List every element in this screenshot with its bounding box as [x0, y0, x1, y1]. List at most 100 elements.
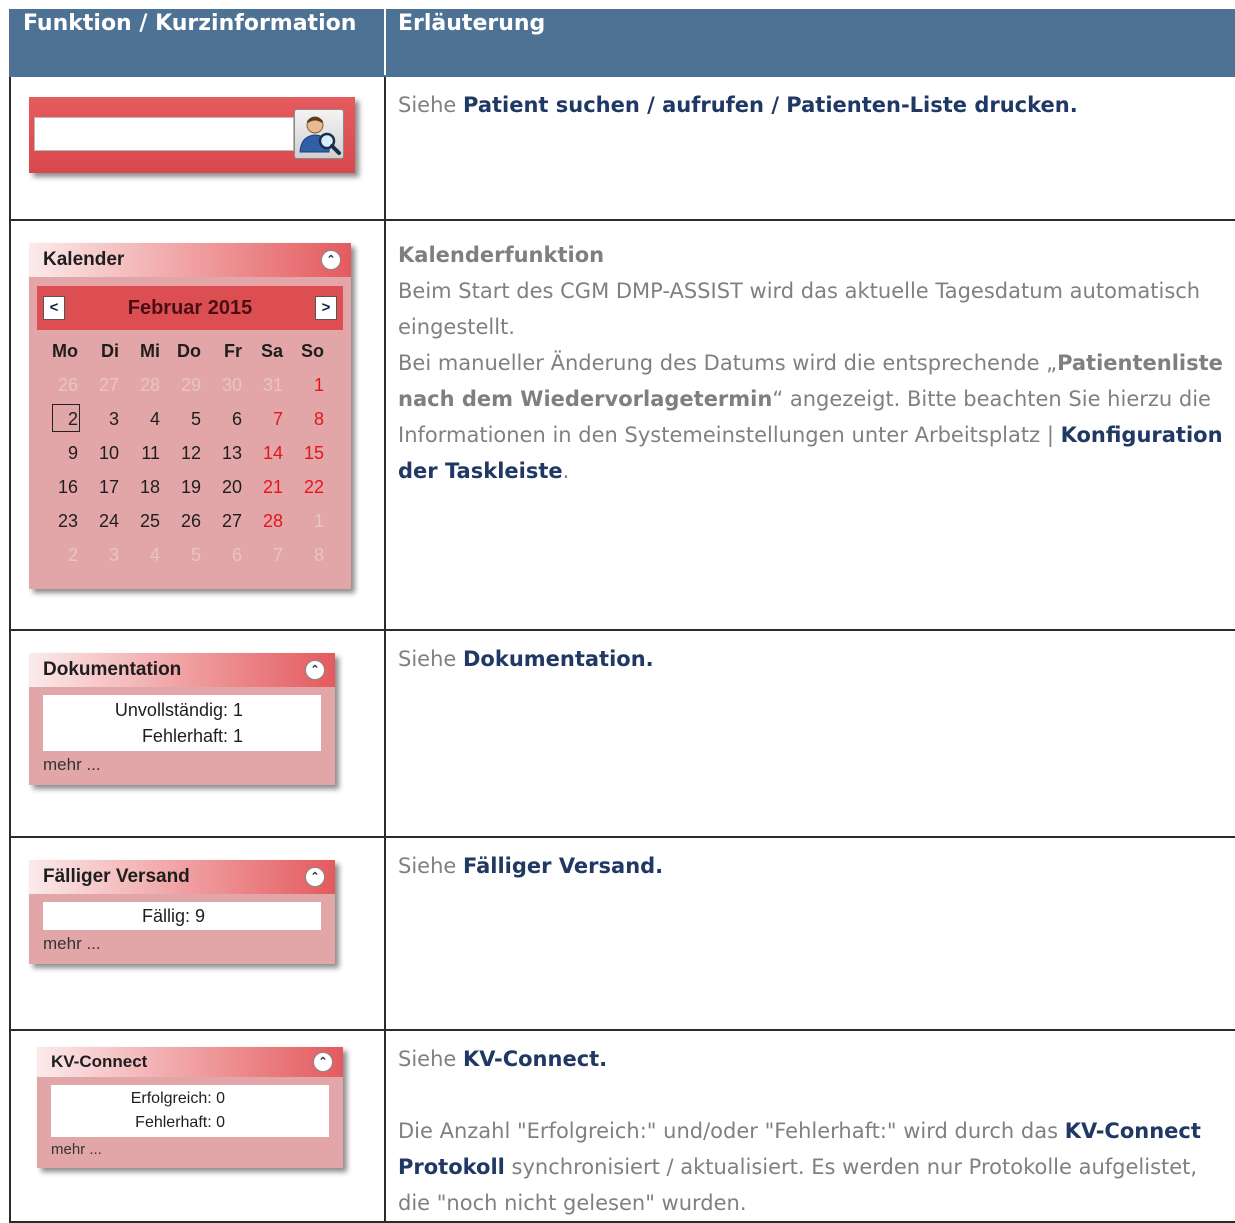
calendar-title: Kalender [43, 249, 125, 270]
calendar-day[interactable]: 3 [78, 409, 119, 430]
calendar-day[interactable]: 28 [119, 375, 160, 396]
weekday-label: Do [177, 340, 201, 361]
calendar-day[interactable]: 27 [78, 375, 119, 396]
explanation-due-shipment: Siehe Fälliger Versand. [398, 854, 664, 878]
calendar-day[interactable]: 7 [242, 545, 283, 566]
calendar-day[interactable]: 6 [201, 409, 242, 430]
collapse-icon[interactable]: ⌃ [305, 867, 325, 887]
calendar-day[interactable]: 29 [160, 375, 201, 396]
calendar-day[interactable]: 22 [283, 477, 324, 498]
function-table: Funktion / Kurzinformation Erläuterung S… [9, 9, 1235, 1223]
calendar-month-label: Februar 2015 [127, 297, 253, 319]
see-label: Siehe [398, 93, 463, 117]
calendar-day[interactable]: 27 [201, 511, 242, 532]
calendar-day[interactable]: 11 [119, 443, 160, 464]
due-count[interactable]: Fällig: 9 [43, 904, 205, 928]
cell-explanation: Siehe Dokumentation. [384, 629, 1235, 838]
weekday-label: Mo [52, 340, 78, 361]
collapse-icon[interactable]: ⌃ [305, 660, 325, 680]
table-row: KV-Connect ⌃ Erfolgreich: 0 Fehlerhaft: … [9, 1029, 1235, 1223]
table-row: Fälliger Versand ⌃ Fällig: 9 mehr ... Si… [9, 836, 1235, 1031]
calendar-day[interactable]: 1 [283, 375, 324, 396]
calendar-day[interactable]: 21 [242, 477, 283, 498]
calendar-day[interactable]: 12 [160, 443, 201, 464]
calendar-day[interactable]: 17 [78, 477, 119, 498]
due-shipment-title: Fälliger Versand [43, 866, 190, 887]
calendar-day[interactable]: 10 [78, 443, 119, 464]
cell-function: Fälliger Versand ⌃ Fällig: 9 mehr ... [9, 836, 386, 1031]
explanation-kv-connect: Siehe KV-Connect. Die Anzahl "Erfolgreic… [386, 1031, 1235, 1221]
calendar-day[interactable]: 15 [283, 443, 324, 464]
patient-search-input[interactable] [34, 117, 294, 151]
calendar-day[interactable]: 26 [37, 375, 78, 396]
calendar-day[interactable]: 14 [242, 443, 283, 464]
calendar-day[interactable]: 7 [242, 409, 283, 430]
calendar-day[interactable]: 9 [37, 443, 78, 464]
link-patient-search[interactable]: Patient suchen / aufrufen / Patienten-Li… [463, 93, 1078, 117]
calendar-day[interactable]: 16 [37, 477, 78, 498]
weekday-label: Sa [260, 340, 283, 361]
calendar-day[interactable]: 2 [37, 545, 78, 566]
calendar-desc-line2: Bei manueller Änderung des Datums wird d… [398, 351, 1223, 483]
incomplete-count[interactable]: Unvollständig: 1 [43, 697, 243, 723]
due-shipment-header: Fälliger Versand ⌃ [29, 860, 335, 894]
calendar-day[interactable]: 3 [78, 545, 119, 566]
link-documentation[interactable]: Dokumentation. [463, 647, 654, 671]
calendar-header: Kalender ⌃ [29, 243, 351, 277]
next-month-button[interactable]: > [315, 296, 337, 320]
explanation-search: Siehe Patient suchen / aufrufen / Patien… [386, 77, 1235, 123]
more-link[interactable]: mehr ... [37, 1137, 343, 1168]
calendar-day[interactable]: 1 [283, 511, 324, 532]
faulty-count[interactable]: Fehlerhaft: 1 [43, 723, 243, 749]
more-link[interactable]: mehr ... [29, 930, 335, 964]
collapse-icon[interactable]: ⌃ [313, 1052, 333, 1072]
calendar-day[interactable]: 26 [160, 511, 201, 532]
calendar-day[interactable]: 8 [283, 409, 324, 430]
more-link[interactable]: mehr ... [29, 751, 335, 785]
calendar-day[interactable]: 20 [201, 477, 242, 498]
calendar-day[interactable]: 19 [160, 477, 201, 498]
due-shipment-widget: Fälliger Versand ⌃ Fällig: 9 mehr ... [29, 860, 335, 964]
link-due-shipment[interactable]: Fälliger Versand. [463, 854, 663, 878]
calendar-day[interactable]: 5 [160, 409, 201, 430]
calendar-day[interactable]: 4 [119, 409, 160, 430]
patient-search-button[interactable] [294, 109, 344, 159]
success-count[interactable]: Erfolgreich: 0 [51, 1087, 225, 1111]
patient-search-widget [29, 97, 355, 173]
table-row: Dokumentation ⌃ Unvollständig: 1 Fehlerh… [9, 629, 1235, 838]
calendar-desc-title: Kalenderfunktion [398, 243, 605, 267]
calendar-day[interactable]: 4 [119, 545, 160, 566]
link-kv-connect[interactable]: KV-Connect. [463, 1047, 607, 1071]
calendar-day[interactable]: 5 [160, 545, 201, 566]
calendar-day[interactable]: 28 [242, 511, 283, 532]
cell-explanation: Kalenderfunktion Beim Start des CGM DMP-… [384, 219, 1235, 631]
calendar-day[interactable]: 25 [119, 511, 160, 532]
due-shipment-counts: Fällig: 9 [43, 902, 321, 930]
weekday-label: Fr [224, 340, 242, 361]
calendar-desc-line1: Beim Start des CGM DMP-ASSIST wird das a… [398, 279, 1201, 339]
calendar-day[interactable]: 30 [201, 375, 242, 396]
explanation-documentation: Siehe Dokumentation. [398, 647, 654, 671]
calendar-week-row: 26 27 28 29 30 31 1 [37, 368, 343, 402]
calendar-day[interactable]: 23 [37, 511, 78, 532]
calendar-widget: Kalender ⌃ < Februar 2015 > Mo Di Mi Do Fr Sa… [29, 243, 351, 589]
documentation-title: Dokumentation [43, 659, 182, 680]
patient-search-icon [299, 116, 341, 155]
calendar-day[interactable]: 8 [283, 545, 324, 566]
calendar-day[interactable]: 24 [78, 511, 119, 532]
calendar-day[interactable]: 13 [201, 443, 242, 464]
collapse-icon[interactable]: ⌃ [321, 250, 341, 270]
faulty-count[interactable]: Fehlerhaft: 0 [51, 1111, 225, 1135]
cell-function: Kalender ⌃ < Februar 2015 > Mo Di Mi Do Fr Sa… [9, 219, 386, 631]
cell-function: Dokumentation ⌃ Unvollständig: 1 Fehlerh… [9, 629, 386, 838]
calendar-day[interactable]: 6 [201, 545, 242, 566]
calendar-day[interactable]: 18 [119, 477, 160, 498]
calendar-week-row: 9 10 11 12 13 14 15 [37, 436, 343, 470]
cell-explanation: Siehe Patient suchen / aufrufen / Patien… [384, 75, 1235, 221]
calendar-week-row: 2345678 [37, 538, 343, 572]
weekday-header-row: Mo Di Mi Do Fr Sa So [37, 334, 343, 368]
calendar-day-today[interactable]: 2 [37, 403, 80, 432]
calendar-day[interactable]: 31 [242, 375, 283, 396]
explanation-calendar: Kalenderfunktion Beim Start des CGM DMP-… [386, 221, 1235, 489]
kv-connect-counts: Erfolgreich: 0 Fehlerhaft: 0 [51, 1085, 329, 1137]
